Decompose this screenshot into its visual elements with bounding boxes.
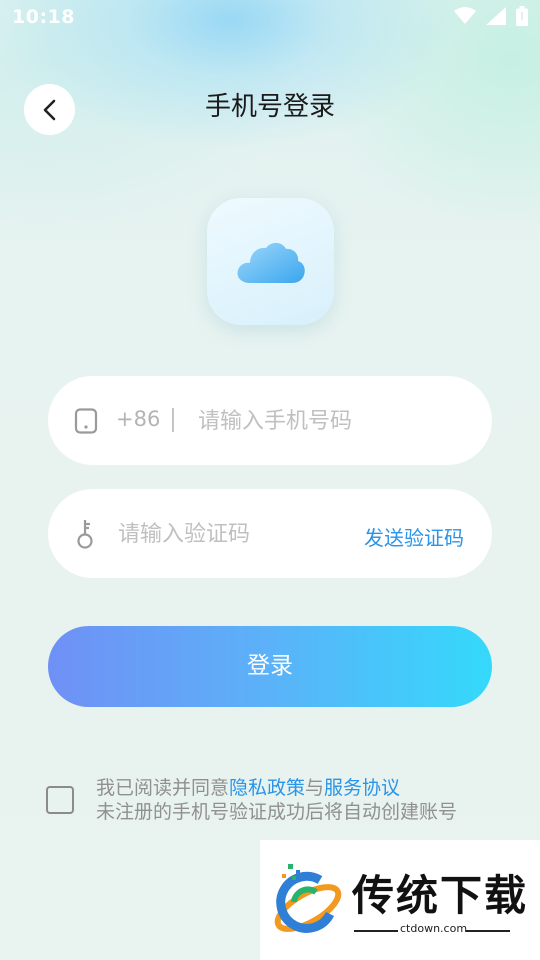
watermark-logo-icon <box>274 864 342 933</box>
agreement-text: 我已阅读并同意隐私政策与服务协议 未注册的手机号验证成功后将自动创建账号 <box>96 776 516 824</box>
agreement-line2: 未注册的手机号验证成功后将自动创建账号 <box>96 801 458 823</box>
agreement-prefix: 我已阅读并同意 <box>96 777 230 799</box>
code-input[interactable] <box>118 517 338 551</box>
code-field: 发送验证码 <box>48 489 492 578</box>
phone-input[interactable] <box>198 404 468 438</box>
send-code-button[interactable]: 发送验证码 <box>364 522 464 551</box>
status-time: 10:18 <box>12 6 75 28</box>
agreement-and: 与 <box>305 777 325 799</box>
signal-icon <box>486 7 506 25</box>
phone-icon <box>74 408 98 434</box>
watermark-line-right <box>466 930 510 932</box>
watermark-url: ctdown.com <box>400 922 468 935</box>
divider <box>172 408 174 432</box>
wifi-icon <box>454 7 476 24</box>
agreement-checkbox[interactable] <box>46 786 74 814</box>
page-title: 手机号登录 <box>204 92 335 122</box>
watermark-line-left <box>354 930 398 932</box>
cloud-icon <box>237 242 305 283</box>
agreement-line1: 我已阅读并同意隐私政策与服务协议 <box>96 776 516 800</box>
country-code[interactable]: +86 <box>116 407 160 431</box>
status-icons <box>454 6 528 26</box>
key-icon <box>77 520 93 549</box>
privacy-policy-link[interactable]: 隐私政策 <box>229 777 305 799</box>
watermark: 传统下载 ctdown.com <box>260 840 540 960</box>
battery-icon <box>516 6 528 26</box>
phone-field: +86 <box>48 376 492 465</box>
watermark-brand: 传统下载 <box>352 871 529 920</box>
app-logo <box>207 198 334 325</box>
login-button[interactable]: 登录 <box>48 626 492 707</box>
status-bar: 10:18 <box>0 0 540 36</box>
service-agreement-link[interactable]: 服务协议 <box>324 777 400 799</box>
